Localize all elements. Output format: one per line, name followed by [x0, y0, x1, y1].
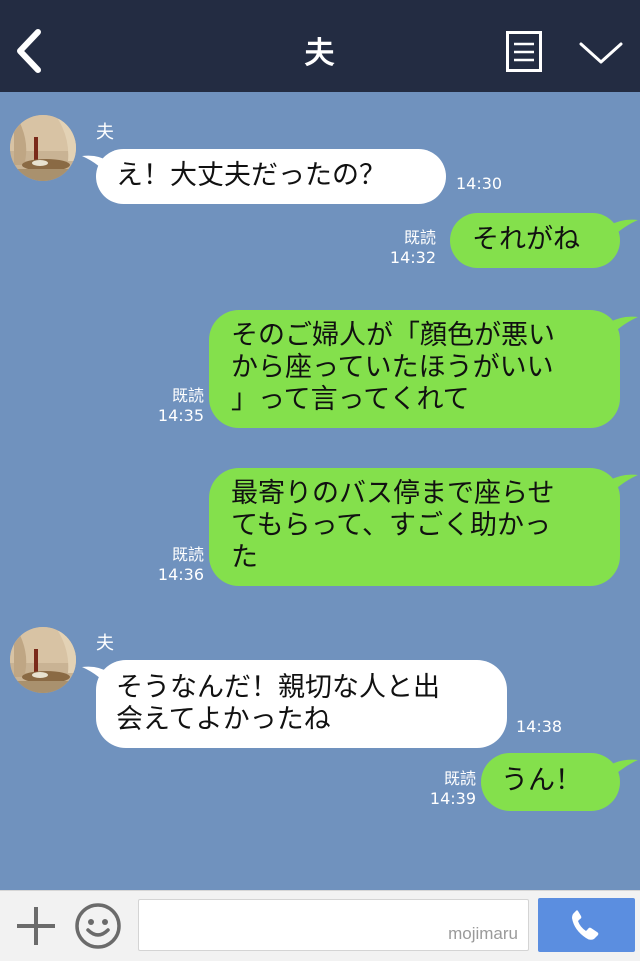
message-meta: 既読 14:35	[140, 386, 204, 426]
header-bar: 夫	[0, 0, 640, 92]
phone-icon	[572, 910, 599, 940]
chevron-down-icon	[579, 42, 623, 64]
message-bubble-outgoing[interactable]: うん！	[481, 753, 620, 811]
chat-area[interactable]: 夫 え！大丈夫だったの？ 14:30 既読 14:32 それがね 既読 14:3…	[0, 92, 640, 890]
message-bubble-outgoing[interactable]: そのご婦人が「顔色が悪い から座っていたほうがいい 」って言ってくれて	[209, 310, 620, 428]
message-time: 14:32	[389, 248, 436, 267]
read-receipt: 既読	[403, 228, 436, 247]
message-meta: 既読 14:36	[140, 545, 204, 585]
message-bubble-outgoing[interactable]: それがね	[450, 213, 620, 268]
message-time: 14:36	[157, 565, 204, 584]
menu-button[interactable]	[506, 31, 542, 72]
sender-name: 夫	[96, 633, 114, 654]
chevron-left-icon	[17, 29, 41, 73]
message-time: 14:35	[157, 406, 204, 425]
message-time: 14:30	[456, 174, 503, 193]
back-button[interactable]	[10, 26, 50, 76]
read-receipt: 既読	[171, 545, 204, 564]
message-time: 14:38	[516, 717, 563, 736]
message-bubble-incoming[interactable]: そうなんだ！親切な人と出 会えてよかったね	[96, 660, 507, 748]
avatar[interactable]	[10, 627, 76, 693]
chat-title: 夫	[304, 36, 336, 71]
read-receipt: 既読	[443, 769, 476, 788]
message-bubble-outgoing[interactable]: 最寄りのバス停まで座らせ てもらって、すごく助かっ た	[209, 468, 620, 586]
emoji-button[interactable]	[74, 902, 122, 950]
message-input[interactable]: mojimaru	[138, 899, 529, 951]
list-icon	[506, 31, 542, 72]
sender-name: 夫	[96, 122, 114, 143]
read-receipt: 既読	[171, 386, 204, 405]
add-attachment-button[interactable]	[14, 904, 58, 948]
fold-header-button[interactable]	[578, 36, 624, 68]
smiley-icon	[75, 903, 121, 949]
avatar[interactable]	[10, 115, 76, 181]
message-meta: 既読 14:32	[380, 228, 436, 268]
message-bubble-incoming[interactable]: え！大丈夫だったの？	[96, 149, 446, 204]
input-bar: mojimaru	[0, 890, 640, 961]
avatar-image	[10, 627, 76, 693]
call-button[interactable]	[538, 898, 635, 952]
avatar-image	[10, 115, 76, 181]
plus-icon	[17, 907, 55, 945]
message-time: 14:39	[429, 789, 476, 808]
watermark-text: mojimaru	[448, 924, 518, 943]
message-meta: 既読 14:39	[418, 769, 476, 809]
